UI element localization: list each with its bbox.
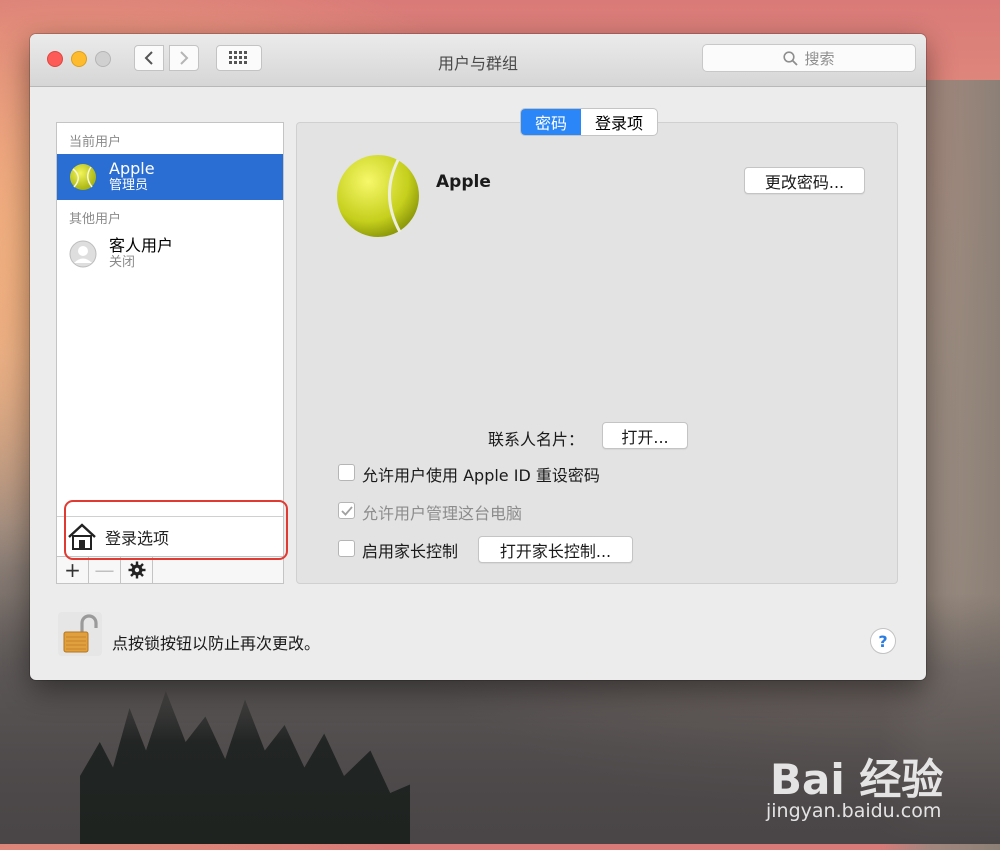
tab-password[interactable]: 密码 (521, 109, 582, 135)
checkmark-icon (340, 505, 353, 516)
baidu-watermark-logo: Bai 经验 (770, 755, 944, 804)
tab-login-items[interactable]: 登录项 (581, 109, 657, 135)
users-groups-window: 用户与群组 搜索 当前用户 Apple 管理员 其他用户 客人用户 关闭 登录选… (30, 34, 926, 680)
parental-controls-label: 启用家长控制 (362, 542, 459, 561)
apple-id-reset-label: 允许用户使用 Apple ID 重设密码 (362, 466, 600, 485)
lock-hint-text: 点按锁按钮以防止再次更改。 (112, 634, 321, 653)
admin-label: 允许用户管理这台电脑 (362, 504, 523, 523)
open-parental-controls-button[interactable]: 打开家长控制... (478, 536, 633, 563)
admin-checkbox[interactable] (338, 502, 355, 519)
unlocked-padlock-icon (63, 614, 98, 653)
lock-button[interactable] (58, 612, 102, 656)
user-avatar-tennis-ball[interactable] (336, 154, 420, 238)
parental-controls-checkbox[interactable] (338, 540, 355, 557)
change-password-button[interactable]: 更改密码... (744, 167, 865, 194)
open-contact-card-button[interactable]: 打开... (602, 422, 688, 449)
baidu-watermark-url: jingyan.baidu.com (766, 800, 942, 822)
help-button[interactable]: ? (870, 628, 896, 654)
apple-id-reset-checkbox[interactable] (338, 464, 355, 481)
contact-card-label: 联系人名片： (488, 430, 585, 449)
tab-bar: 密码 登录项 (520, 108, 659, 136)
profile-name: Apple (436, 172, 491, 192)
